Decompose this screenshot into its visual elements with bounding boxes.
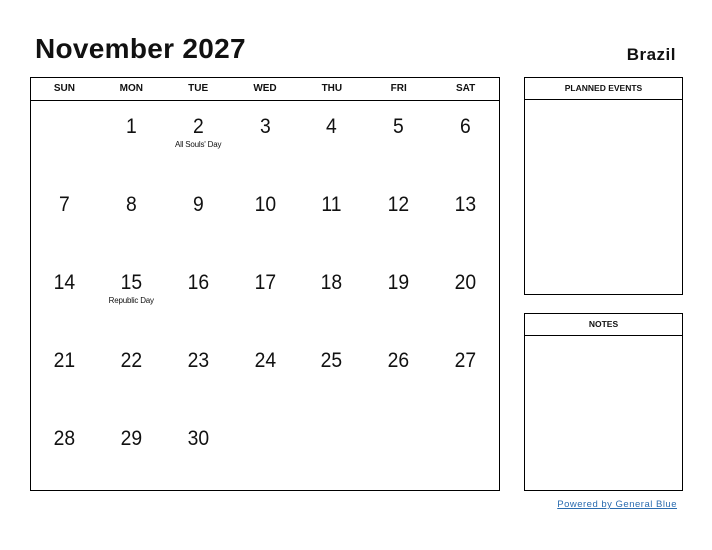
day-number: 23 [187, 349, 209, 372]
planned-events-box: PLANNED EVENTS [524, 77, 683, 295]
day-number: 3 [259, 115, 271, 138]
day-number: 5 [393, 115, 405, 138]
day-number: 26 [387, 349, 410, 372]
country-label: Brazil [626, 45, 676, 64]
day-number: 2 [192, 115, 204, 138]
day-cell [31, 101, 98, 179]
day-number: 22 [120, 349, 143, 372]
day-cell: 23 [165, 335, 232, 413]
day-number: 7 [59, 193, 70, 216]
holiday-label: All Souls' Day [174, 140, 222, 149]
day-cell: 30 [165, 413, 232, 491]
day-number: 24 [254, 349, 276, 372]
day-number: 1 [125, 115, 137, 138]
day-cell [432, 413, 499, 491]
weekday-sat: SAT [455, 83, 476, 94]
day-number: 6 [460, 115, 471, 138]
day-cell: 20 [432, 257, 499, 335]
day-cell: 1 [98, 101, 165, 179]
day-number: 4 [326, 115, 338, 138]
day-number: 11 [321, 193, 342, 216]
day-number: 14 [53, 271, 76, 294]
day-number: 27 [454, 349, 477, 372]
day-number: 25 [321, 349, 343, 372]
day-cell [298, 413, 365, 491]
day-cell: 27 [432, 335, 499, 413]
day-number: 9 [192, 193, 204, 216]
day-cell: 25 [298, 335, 365, 413]
day-number: 29 [120, 427, 143, 450]
weekday-thu: THU [321, 83, 343, 94]
weekday-sun: SUN [53, 83, 75, 94]
day-number: 13 [454, 193, 477, 216]
day-cell: 13 [432, 179, 499, 257]
day-cell: 10 [232, 179, 299, 257]
weekday-wed: WED [253, 83, 277, 94]
day-number: 17 [254, 271, 276, 294]
day-cell [232, 413, 299, 491]
day-cell: 19 [365, 257, 432, 335]
day-number: 10 [254, 193, 276, 216]
day-cell: 12 [365, 179, 432, 257]
day-cell: 28 [31, 413, 98, 491]
powered-by-link[interactable]: Powered by General Blue [557, 499, 677, 510]
page-title: November 2027 [35, 33, 246, 64]
day-number: 20 [454, 271, 477, 294]
calendar-grid: SUN MON TUE WED THU FRI SAT 1 2 All Souls' Day 3 4… [30, 77, 500, 491]
day-number: 19 [387, 271, 410, 294]
weekday-tue: TUE [188, 83, 209, 94]
day-cell: 5 [365, 101, 432, 179]
day-cell: 14 [31, 257, 98, 335]
day-cell: 29 [98, 413, 165, 491]
weekday-header: SUN MON TUE WED THU FRI SAT [31, 78, 499, 101]
day-number: 21 [53, 349, 76, 372]
day-number: 16 [187, 271, 209, 294]
day-number: 18 [321, 271, 343, 294]
day-cell: 9 [165, 179, 232, 257]
day-number: 8 [125, 193, 137, 216]
holiday-label: Republic Day [108, 296, 154, 305]
day-cell: 17 [232, 257, 299, 335]
day-cell: 7 [31, 179, 98, 257]
weekday-fri: FRI [390, 83, 407, 94]
day-cell: 21 [31, 335, 98, 413]
day-cell: 11 [298, 179, 365, 257]
days-grid: 1 2 All Souls' Day 3 4 5 6 7 8 9 10 11 12 13 14 15 Repub… [31, 101, 499, 491]
day-cell: 8 [98, 179, 165, 257]
day-number: 30 [187, 427, 209, 450]
day-cell: 15 Republic Day [98, 257, 165, 335]
day-number: 28 [53, 427, 76, 450]
day-cell: 16 [165, 257, 232, 335]
day-number: 12 [387, 193, 410, 216]
notes-box: NOTES [524, 313, 683, 491]
day-cell: 24 [232, 335, 299, 413]
day-number: 15 [120, 271, 143, 294]
day-cell [365, 413, 432, 491]
day-cell: 22 [98, 335, 165, 413]
day-cell: 2 All Souls' Day [165, 101, 232, 179]
day-cell: 26 [365, 335, 432, 413]
planned-events-heading: PLANNED EVENTS [525, 78, 682, 100]
weekday-mon: MON [119, 83, 143, 94]
notes-heading: NOTES [525, 314, 682, 336]
day-cell: 4 [298, 101, 365, 179]
day-cell: 18 [298, 257, 365, 335]
day-cell: 6 [432, 101, 499, 179]
day-cell: 3 [232, 101, 299, 179]
